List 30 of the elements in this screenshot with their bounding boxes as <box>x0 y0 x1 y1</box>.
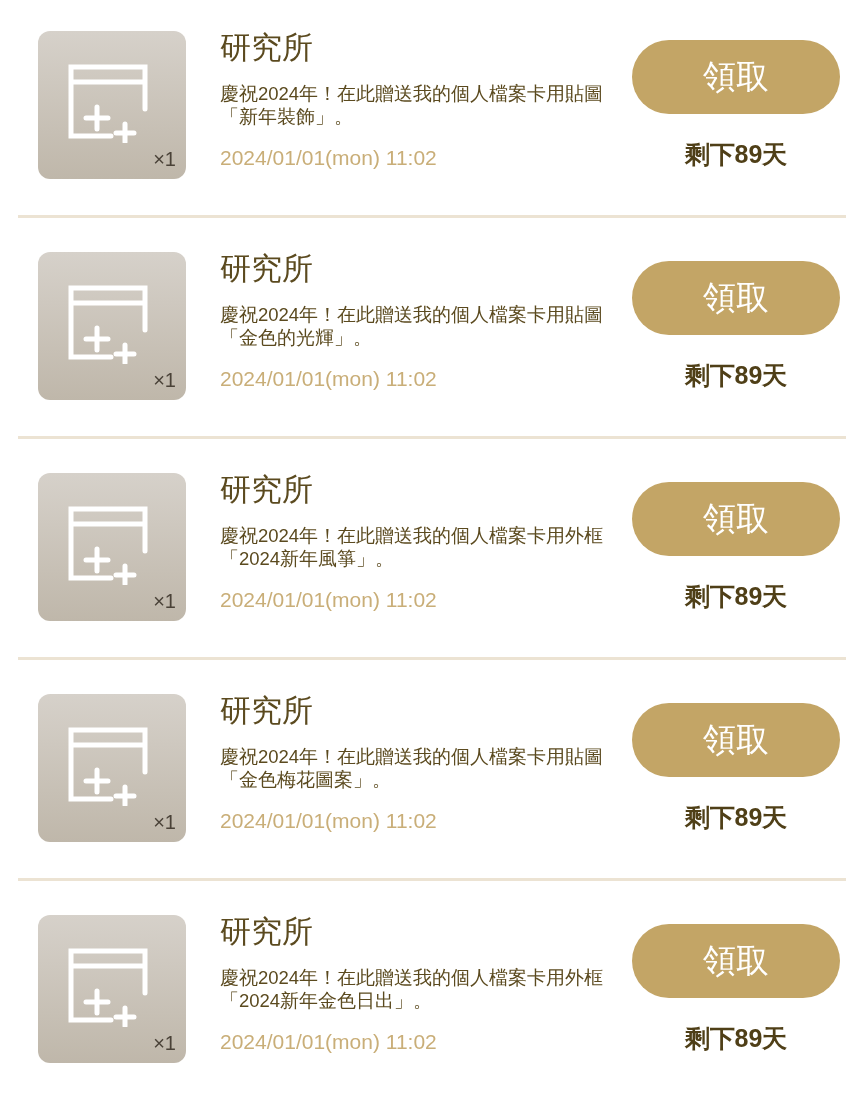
sender-name: 研究所 <box>220 251 314 287</box>
gift-message: 慶祝2024年！在此贈送我的個人檔案卡用貼圖「新年裝飾」。 <box>220 82 605 128</box>
claim-button[interactable]: 領取 <box>632 482 840 556</box>
remaining-days: 剩下89天 <box>684 1022 788 1055</box>
quantity-label: ×1 <box>153 369 176 392</box>
quantity-label: ×1 <box>153 148 176 171</box>
sender-name: 研究所 <box>220 914 314 950</box>
gift-message: 慶祝2024年！在此贈送我的個人檔案卡用貼圖「金色的光輝」。 <box>220 303 605 349</box>
gift-date: 2024/01/01(mon) 11:02 <box>220 367 438 391</box>
gift-date: 2024/01/01(mon) 11:02 <box>220 809 438 833</box>
remaining-days: 剩下89天 <box>684 801 788 834</box>
gift-message: 慶祝2024年！在此贈送我的個人檔案卡用外框「2024新年風箏」。 <box>220 524 605 570</box>
gift-date: 2024/01/01(mon) 11:02 <box>220 1030 438 1054</box>
quantity-label: ×1 <box>153 1032 176 1055</box>
remaining-days: 剩下89天 <box>684 138 788 171</box>
claim-button[interactable]: 領取 <box>632 40 840 114</box>
sender-name: 研究所 <box>220 693 314 729</box>
quantity-label: ×1 <box>153 590 176 613</box>
gift-date: 2024/01/01(mon) 11:02 <box>220 146 438 170</box>
claim-button[interactable]: 領取 <box>632 261 840 335</box>
remaining-days: 剩下89天 <box>684 580 788 613</box>
quantity-label: ×1 <box>153 811 176 834</box>
gift-message: 慶祝2024年！在此贈送我的個人檔案卡用外框「2024新年金色日出」。 <box>220 966 605 1012</box>
sender-name: 研究所 <box>220 30 314 66</box>
gift-date: 2024/01/01(mon) 11:02 <box>220 588 438 612</box>
claim-button[interactable]: 領取 <box>632 703 840 777</box>
remaining-days: 剩下89天 <box>684 359 788 392</box>
sender-name: 研究所 <box>220 472 314 508</box>
claim-button[interactable]: 領取 <box>632 924 840 998</box>
gift-message: 慶祝2024年！在此贈送我的個人檔案卡用貼圖「金色梅花圖案」。 <box>220 745 605 791</box>
